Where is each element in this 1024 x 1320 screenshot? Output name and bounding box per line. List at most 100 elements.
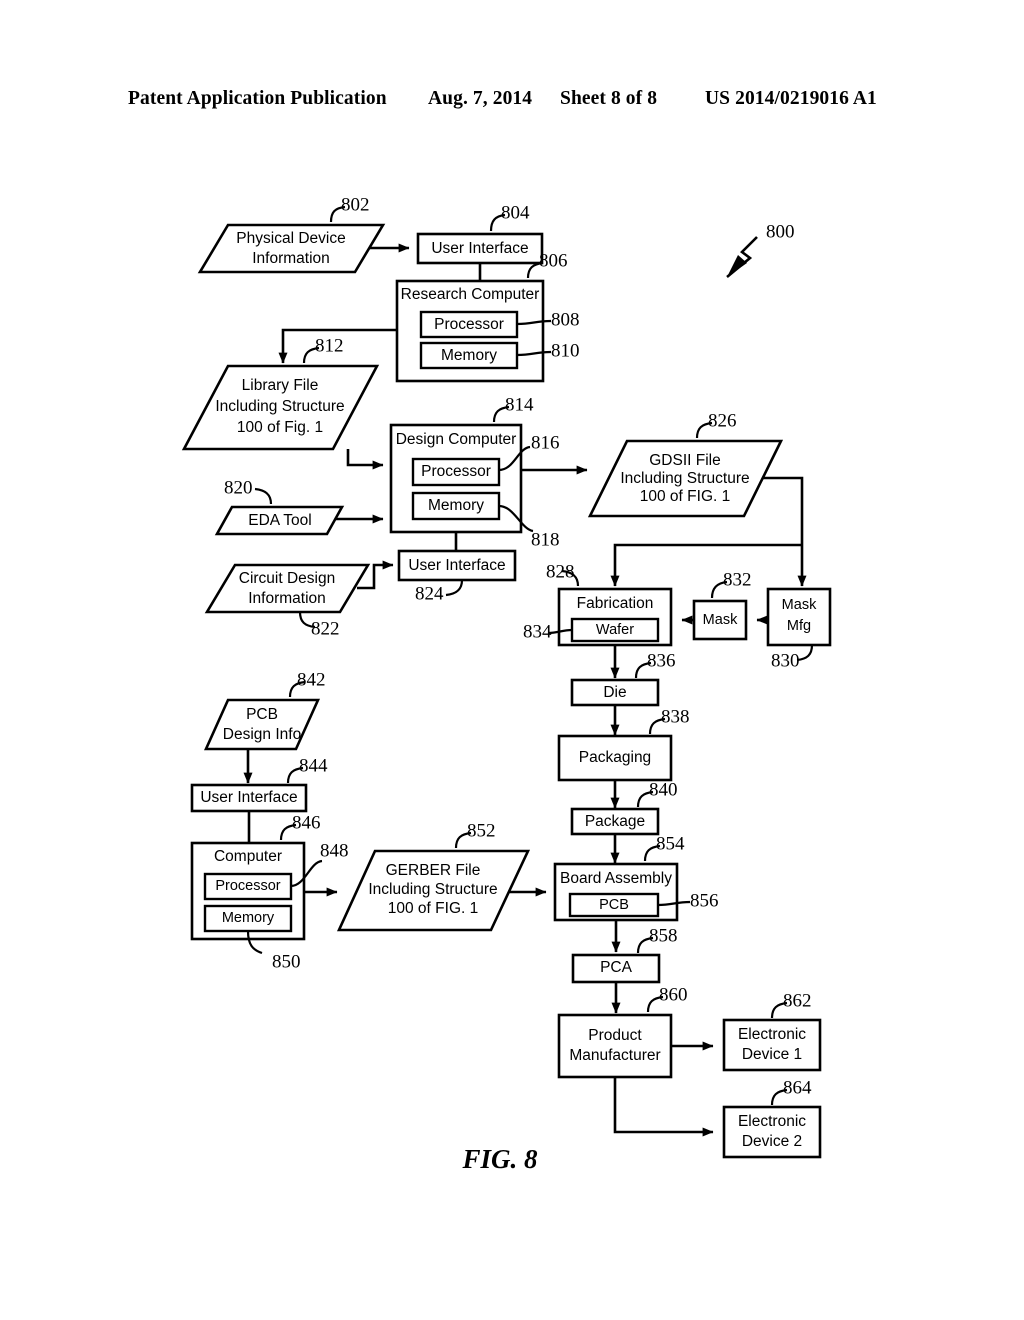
ref-864: 864 (783, 1077, 812, 1098)
ref-800: 800 (766, 221, 795, 242)
pcb-design-info-line1: PCB (246, 706, 278, 723)
user-interface-pcb-label: User Interface (200, 789, 297, 806)
node-mask: Mask (692, 599, 748, 641)
gdsii-file-line2: Including Structure (620, 470, 749, 487)
eda-tool-label: EDA Tool (248, 512, 311, 529)
ref-862: 862 (783, 990, 812, 1011)
edge-826-to-830 (762, 476, 807, 587)
circuit-design-information-line1: Circuit Design (239, 570, 335, 587)
design-computer-label: Design Computer (396, 431, 517, 448)
ref-822: 822 (311, 618, 340, 639)
node-design-computer: Design Computer Processor Memory (389, 423, 523, 534)
ref-832: 832 (723, 569, 752, 590)
ref-812: 812 (315, 335, 344, 356)
ref-860: 860 (659, 984, 688, 1005)
ref-848: 848 (320, 840, 349, 861)
electronic-device-1-line2: Device 1 (742, 1046, 802, 1063)
ref-836: 836 (647, 650, 676, 671)
computer-processor-label: Processor (215, 878, 280, 894)
wafer-label: Wafer (596, 622, 634, 638)
ref-838: 838 (661, 706, 690, 727)
ref-852: 852 (467, 820, 496, 841)
node-research-computer: Research Computer Processor Memory (395, 279, 545, 383)
ref-858: 858 (649, 925, 678, 946)
library-file-line1: Library File (242, 377, 319, 394)
board-assembly-label: Board Assembly (560, 870, 672, 887)
ref-846: 846 (292, 812, 321, 833)
ref-826: 826 (708, 410, 737, 431)
package-label: Package (585, 813, 645, 830)
ref-818: 818 (531, 529, 560, 550)
figure-8-diagram: 800 Physical Device Information 802 User… (181, 194, 832, 1174)
research-memory-label: Memory (441, 347, 497, 364)
node-packaging: Packaging (557, 734, 673, 782)
mask-mfg-line1: Mask (782, 597, 817, 613)
gerber-file-line3: 100 of FIG. 1 (388, 900, 478, 917)
node-user-interface-research: User Interface (416, 232, 544, 265)
node-mask-mfg: Mask Mfg (766, 587, 832, 647)
node-gerber-file: GERBER File Including Structure 100 of F… (336, 849, 531, 932)
node-electronic-device-1: Electronic Device 1 (722, 1018, 822, 1072)
mask-label: Mask (703, 612, 738, 628)
ref-844: 844 (299, 755, 328, 776)
node-package: Package (570, 807, 660, 836)
research-processor-label: Processor (434, 316, 504, 333)
node-board-assembly: Board Assembly PCB (553, 862, 679, 922)
node-user-interface-design: User Interface (397, 549, 517, 582)
design-processor-label: Processor (421, 463, 491, 480)
figure-caption: FIG. 8 (461, 1144, 538, 1174)
gdsii-file-line3: 100 of FIG. 1 (640, 488, 730, 505)
physical-device-information-line1: Physical Device (236, 230, 345, 247)
ref-816: 816 (531, 432, 560, 453)
library-file-line3: 100 of Fig. 1 (237, 419, 323, 436)
node-physical-device-information: Physical Device Information (197, 223, 386, 274)
user-interface-design-label: User Interface (408, 557, 505, 574)
ref-824: 824 (415, 583, 444, 604)
node-circuit-design-information: Circuit Design Information (204, 563, 371, 614)
edge-860-to-864 (613, 1077, 714, 1137)
ref-856: 856 (690, 890, 719, 911)
node-gdsii-file: GDSII File Including Structure 100 of FI… (587, 439, 784, 518)
ref-802: 802 (341, 194, 370, 215)
electronic-device-1-line1: Electronic (738, 1026, 806, 1043)
pca-label: PCA (600, 959, 633, 976)
pcb-label: PCB (599, 897, 629, 913)
fabrication-label: Fabrication (577, 595, 654, 612)
ref-854: 854 (656, 833, 685, 854)
edge-826-to-828 (610, 543, 802, 587)
mask-mfg-line2: Mfg (787, 618, 811, 634)
die-label: Die (603, 684, 626, 701)
computer-memory-label: Memory (222, 910, 275, 926)
computer-label: Computer (214, 848, 282, 865)
physical-device-information-line2: Information (252, 250, 330, 267)
system-ref-800-pointer (726, 236, 758, 279)
ref-840: 840 (649, 779, 678, 800)
ref-834: 834 (523, 621, 552, 642)
circuit-design-information-line2: Information (248, 590, 326, 607)
node-computer: Computer Processor Memory (190, 841, 306, 941)
node-pca: PCA (571, 953, 661, 984)
node-die: Die (570, 678, 660, 707)
electronic-device-2-line1: Electronic (738, 1113, 806, 1130)
gerber-file-line2: Including Structure (368, 881, 497, 898)
ref-828: 828 (546, 561, 575, 582)
gerber-file-line1: GERBER File (386, 862, 481, 879)
ref-804: 804 (501, 202, 530, 223)
ref-808: 808 (551, 309, 580, 330)
node-product-manufacturer: Product Manufacturer (557, 1013, 673, 1079)
node-user-interface-pcb: User Interface (190, 783, 308, 813)
ref-830: 830 (771, 650, 800, 671)
node-electronic-device-2: Electronic Device 2 (722, 1105, 822, 1159)
user-interface-research-label: User Interface (431, 240, 528, 257)
product-manufacturer-line2: Manufacturer (569, 1047, 660, 1064)
library-file-line2: Including Structure (215, 398, 344, 415)
node-fabrication: Fabrication Wafer (557, 587, 673, 647)
ref-842: 842 (297, 669, 326, 690)
node-library-file: Library File Including Structure 100 of … (181, 364, 380, 451)
ref-810: 810 (551, 340, 580, 361)
ref-806: 806 (539, 250, 568, 271)
research-computer-label: Research Computer (401, 286, 540, 303)
node-pcb-design-info: PCB Design Info (203, 698, 321, 751)
ref-850: 850 (272, 951, 301, 972)
packaging-label: Packaging (579, 749, 651, 766)
